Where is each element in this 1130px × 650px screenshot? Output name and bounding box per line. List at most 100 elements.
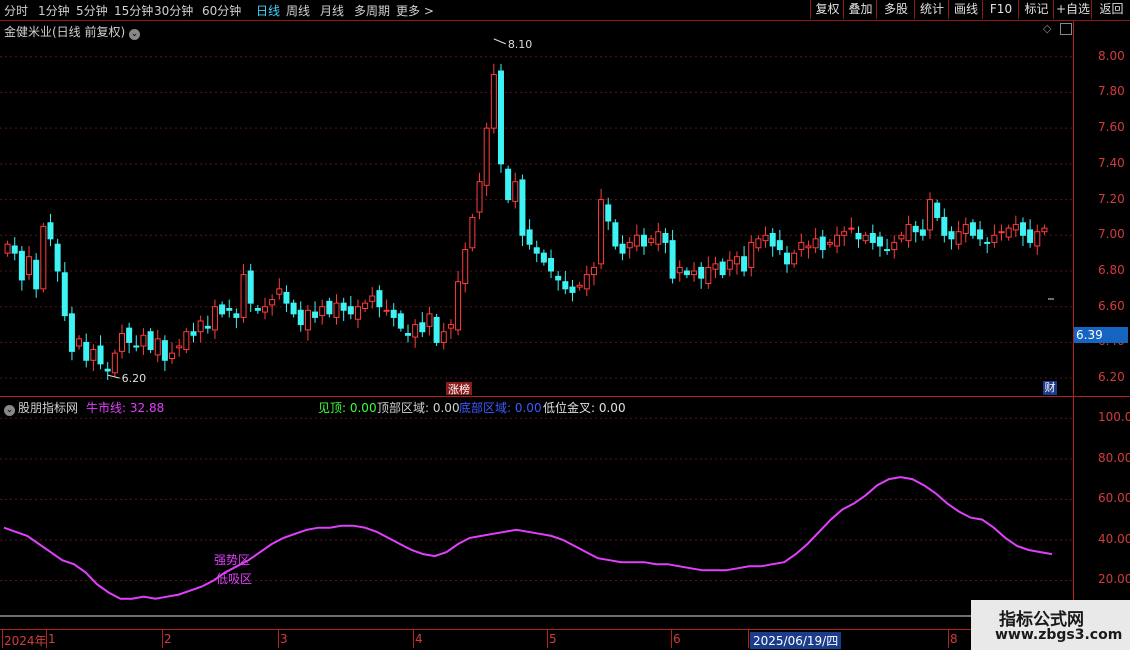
candle-body — [576, 284, 583, 288]
candle-body — [440, 331, 447, 343]
candle-body — [369, 295, 376, 302]
candle-body — [312, 311, 319, 318]
candle-body — [526, 229, 533, 245]
candle-body — [955, 231, 962, 245]
time-label: 6 — [673, 632, 681, 646]
candle-body — [133, 345, 140, 348]
indicator-value-4: 低位金叉: 0.00 — [543, 401, 626, 415]
candle-body — [626, 241, 633, 249]
candle-body — [176, 345, 183, 349]
time-label: 2025/06/19/四 — [750, 632, 842, 649]
candle-body — [555, 275, 562, 281]
watermark-logo: 指标公式网 www.zbgs3.com — [971, 600, 1130, 650]
candle-body — [884, 249, 891, 252]
time-label: 2024年 — [4, 634, 47, 648]
indicator-chart[interactable]: 强势区低吸区 — [0, 398, 1073, 629]
candle-body — [447, 324, 454, 329]
indicator-value-1: 见顶: 0.00 — [318, 401, 377, 415]
candle-body — [455, 281, 462, 331]
candle-body — [47, 222, 54, 240]
candle-body — [662, 233, 669, 243]
panel-divider — [0, 396, 1130, 397]
candle-body — [111, 352, 118, 374]
price-tick-label: 7.80 — [1098, 84, 1125, 99]
candle-body — [240, 274, 247, 318]
candle-body — [319, 306, 326, 317]
candle-body — [505, 168, 512, 201]
indicator-tick-label: 40.00 — [1098, 531, 1130, 546]
candle-body — [54, 243, 61, 272]
candle-body — [483, 127, 490, 186]
indicator-tick-label: 100.0 — [1098, 410, 1130, 425]
candle-body — [941, 216, 948, 236]
candle-body — [76, 338, 83, 347]
candle-body — [533, 247, 540, 254]
candle-body — [748, 241, 755, 268]
candle-body — [862, 234, 869, 242]
candle-body — [583, 274, 590, 290]
price-tick-label: 6.20 — [1098, 370, 1125, 385]
candle-body — [161, 340, 168, 361]
candle-body — [269, 299, 276, 306]
candle-body — [769, 233, 776, 247]
candle-body — [61, 272, 68, 317]
candle-body — [254, 308, 261, 311]
candle-body — [562, 281, 569, 290]
price-tick-label: 7.40 — [1098, 155, 1125, 170]
time-tick — [948, 630, 949, 648]
candle-body — [118, 333, 125, 352]
candle-body — [262, 306, 268, 313]
indicator-legend: ⌄ 股朋指标网 牛市线: 32.88 见顶: 0.00 顶部区域: 0.00 底部区域: … — [4, 399, 626, 416]
diamond-icon[interactable]: ◇ — [1043, 22, 1051, 35]
candle-body — [90, 349, 97, 361]
candle-body — [869, 233, 876, 243]
candle-body — [819, 236, 826, 251]
candle-body — [426, 313, 433, 327]
candle-body — [655, 231, 662, 245]
candlestick-chart[interactable]: 8.10 6.20 涨榜 — [0, 21, 1073, 396]
indicator-tick-label: 60.00 — [1098, 491, 1130, 506]
candle-body — [841, 231, 848, 236]
chevron-down-icon[interactable]: ⌄ — [129, 29, 141, 40]
chevron-down-icon[interactable]: ⌄ — [4, 405, 15, 416]
time-label: 2 — [164, 632, 172, 646]
candle-body — [247, 270, 254, 304]
candle-body — [826, 241, 833, 245]
price-tick-label: 7.20 — [1098, 191, 1125, 206]
time-label: 3 — [280, 632, 288, 646]
time-label: 8 — [950, 632, 958, 646]
toolbar-button-8[interactable]: 返回 — [1091, 0, 1130, 19]
candle-body — [183, 331, 190, 351]
indicator-tick-label: 80.00 — [1098, 450, 1130, 465]
candle-body — [276, 288, 283, 295]
time-tick — [278, 630, 279, 648]
stock-title-text: 金健米业(日线 前复权) — [4, 25, 126, 39]
candle-body — [390, 309, 397, 318]
time-label: 4 — [415, 632, 423, 646]
candle-body — [412, 324, 419, 338]
candle-body — [640, 234, 647, 247]
candle-body — [376, 290, 383, 308]
time-axis: 2024年 1 2 3 4 5 6 2025/06/19/四 8 — [0, 630, 1073, 650]
candle-body — [548, 258, 555, 272]
candle-body — [283, 291, 290, 304]
candle-body — [83, 341, 90, 361]
time-tick — [162, 630, 163, 648]
candle-body — [741, 256, 748, 272]
price-tick-label: 7.00 — [1098, 227, 1125, 242]
zone-label-strong: 强势区 — [214, 553, 250, 567]
candle-body — [590, 266, 597, 276]
candle-body — [1005, 227, 1012, 238]
candle-body — [226, 308, 233, 311]
max-price-label: 8.10 — [508, 38, 532, 51]
finance-badge[interactable]: 财 — [1043, 381, 1057, 395]
candle-body — [304, 309, 311, 331]
time-tick — [748, 630, 749, 648]
time-label: 1 — [48, 632, 56, 646]
candle-body — [776, 240, 783, 251]
candle-body — [848, 227, 855, 230]
candle-body — [834, 234, 841, 247]
time-tick — [547, 630, 548, 648]
indicator-name[interactable]: 股朋指标网 — [18, 401, 78, 415]
window-icon[interactable] — [1060, 23, 1072, 35]
